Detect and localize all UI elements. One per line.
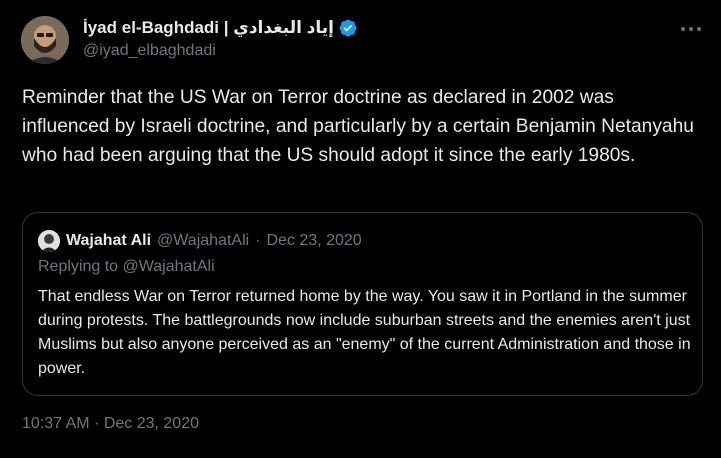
quoted-tweet[interactable]: Wajahat Ali @WajahatAli · Dec 23, 2020 R… (22, 212, 703, 396)
quoted-separator: · (255, 232, 261, 249)
quoted-date[interactable]: Dec 23, 2020 (267, 232, 362, 250)
quoted-tweet-text: That endless War on Terror returned home… (38, 288, 691, 377)
tweet: İyad el-Baghdadi | إياد البغدادي @iyad_e… (0, 0, 721, 458)
tweet-timestamp[interactable]: 10:37 AM · Dec 23, 2020 (22, 415, 199, 433)
verified-badge-icon[interactable] (338, 18, 358, 38)
author-display-name[interactable]: İyad el-Baghdadi | إياد البغدادي (83, 18, 334, 38)
more-options-icon[interactable] (681, 22, 701, 36)
replying-prefix: Replying to (38, 258, 119, 275)
quoted-author-avatar[interactable] (38, 230, 60, 252)
quoted-author-name[interactable]: Wajahat Ali (66, 232, 151, 250)
author-name-row: İyad el-Baghdadi | إياد البغدادي (83, 16, 358, 40)
replying-to-handle[interactable]: @WajahatAli (123, 258, 215, 275)
quoted-tweet-header: Wajahat Ali @WajahatAli · Dec 23, 2020 (38, 230, 362, 252)
quoted-author-handle[interactable]: @WajahatAli (157, 232, 249, 250)
tweet-text: Reminder that the US War on Terror doctr… (22, 87, 694, 166)
author-avatar[interactable] (21, 16, 69, 64)
author-handle[interactable]: @iyad_elbaghdadi (83, 42, 216, 60)
quoted-replying-to: Replying to @WajahatAli (38, 258, 215, 276)
